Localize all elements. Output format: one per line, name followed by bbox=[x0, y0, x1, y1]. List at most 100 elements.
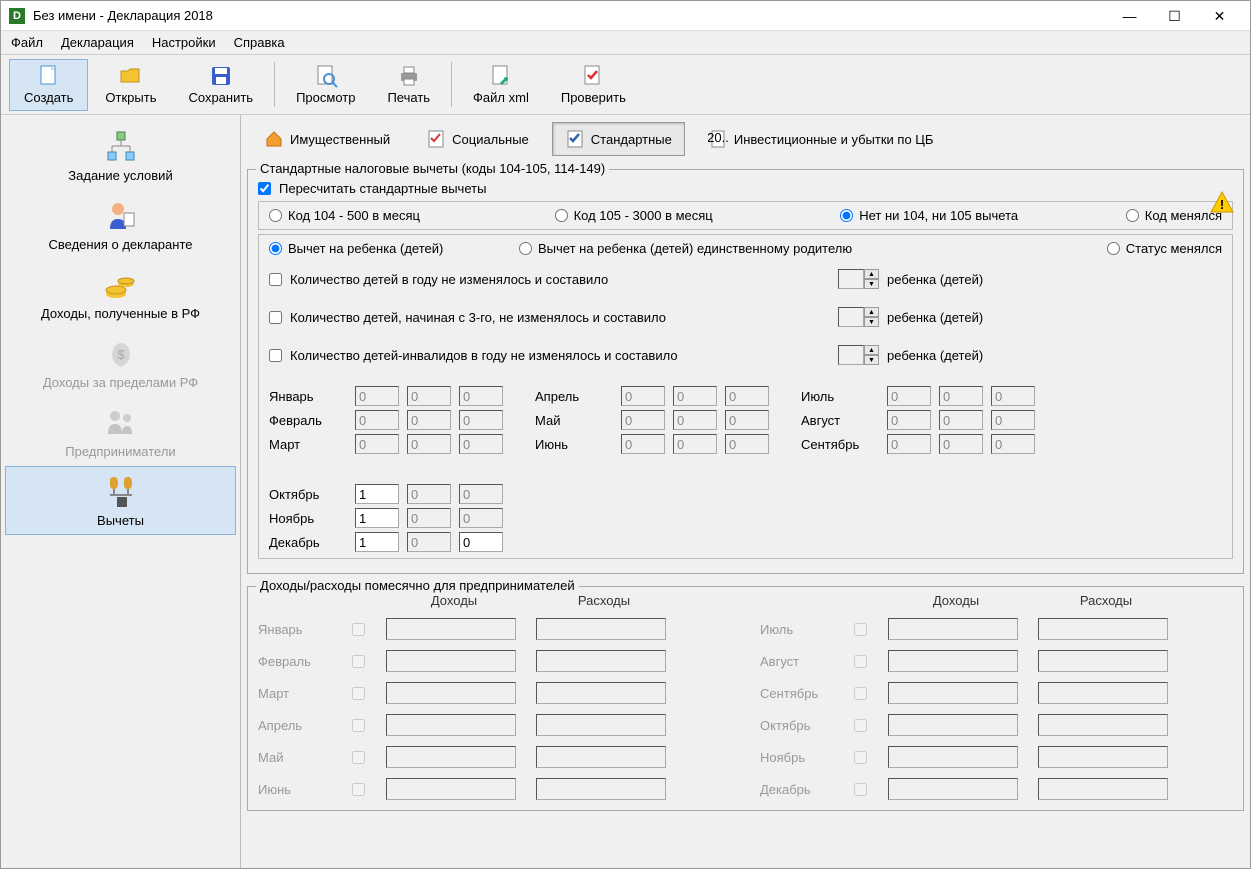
children-disabled-spinner[interactable]: ▲▼ bbox=[838, 345, 879, 365]
feb-v2[interactable] bbox=[407, 410, 451, 430]
standard-deductions-group: Стандартные налоговые вычеты (коды 104-1… bbox=[247, 169, 1244, 574]
sep-v1[interactable] bbox=[887, 434, 931, 454]
tool-preview[interactable]: Просмотр bbox=[281, 59, 370, 111]
oct-v1[interactable] bbox=[355, 484, 399, 504]
deductions-icon bbox=[104, 475, 138, 509]
radio-status-changed[interactable] bbox=[1107, 242, 1120, 255]
apr-v2[interactable] bbox=[673, 386, 717, 406]
month-nov-label: Ноябрь bbox=[269, 511, 349, 526]
radio-no-code[interactable] bbox=[840, 209, 853, 222]
feb-v1[interactable] bbox=[355, 410, 399, 430]
jul-v2[interactable] bbox=[939, 386, 983, 406]
dec-v2[interactable] bbox=[407, 532, 451, 552]
sidebar-income-abroad[interactable]: $ Доходы за пределами РФ bbox=[5, 328, 236, 397]
radio-code105[interactable] bbox=[555, 209, 568, 222]
children-disabled-checkbox[interactable] bbox=[269, 349, 282, 362]
children-from3-spinner[interactable]: ▲▼ bbox=[838, 307, 879, 327]
jul-v3[interactable] bbox=[991, 386, 1035, 406]
ie-income-header-1: Доходы bbox=[386, 593, 522, 608]
jan-v2[interactable] bbox=[407, 386, 451, 406]
preview-icon bbox=[314, 64, 338, 88]
mar-v3[interactable] bbox=[459, 434, 503, 454]
sidebar-conditions[interactable]: Задание условий bbox=[5, 121, 236, 190]
ie-may-chk bbox=[352, 751, 365, 764]
menu-help[interactable]: Справка bbox=[234, 35, 285, 50]
sidebar-income-rf[interactable]: Доходы, полученные в РФ bbox=[5, 259, 236, 328]
ie-income-header-2: Доходы bbox=[888, 593, 1024, 608]
close-button[interactable]: ✕ bbox=[1197, 2, 1242, 30]
jun-v2[interactable] bbox=[673, 434, 717, 454]
jul-v1[interactable] bbox=[887, 386, 931, 406]
jun-v3[interactable] bbox=[725, 434, 769, 454]
radio-child[interactable] bbox=[269, 242, 282, 255]
group-title: Стандартные налоговые вычеты (коды 104-1… bbox=[256, 161, 609, 176]
radio-code-changed[interactable] bbox=[1126, 209, 1139, 222]
tab-standard[interactable]: Стандартные bbox=[552, 122, 685, 156]
ie-nov-income bbox=[888, 746, 1018, 768]
dec-v1[interactable] bbox=[355, 532, 399, 552]
menubar: Файл Декларация Настройки Справка bbox=[1, 31, 1250, 55]
tool-create[interactable]: Создать bbox=[9, 59, 88, 111]
tab-social[interactable]: Социальные bbox=[413, 122, 542, 156]
children-count-spinner[interactable]: ▲▼ bbox=[838, 269, 879, 289]
radio-code104[interactable] bbox=[269, 209, 282, 222]
tool-save[interactable]: Сохранить bbox=[173, 59, 268, 111]
may-v2[interactable] bbox=[673, 410, 717, 430]
ie-sep-income bbox=[888, 682, 1018, 704]
checklist-icon bbox=[426, 129, 446, 149]
sidebar-entrepreneurs[interactable]: Предприниматели bbox=[5, 397, 236, 466]
sep-v3[interactable] bbox=[991, 434, 1035, 454]
feb-v3[interactable] bbox=[459, 410, 503, 430]
separator bbox=[274, 62, 275, 107]
month-apr-label: Апрель bbox=[535, 389, 615, 404]
nov-v1[interactable] bbox=[355, 508, 399, 528]
ie-aug-chk bbox=[854, 655, 867, 668]
oct-v2[interactable] bbox=[407, 484, 451, 504]
children-from3-checkbox[interactable] bbox=[269, 311, 282, 324]
ie-apr-expense bbox=[536, 714, 666, 736]
ie-oct-expense bbox=[1038, 714, 1168, 736]
aug-v1[interactable] bbox=[887, 410, 931, 430]
mar-v1[interactable] bbox=[355, 434, 399, 454]
radio-child-single[interactable] bbox=[519, 242, 532, 255]
menu-settings[interactable]: Настройки bbox=[152, 35, 216, 50]
tool-check[interactable]: Проверить bbox=[546, 59, 641, 111]
may-v3[interactable] bbox=[725, 410, 769, 430]
months-grid: Январь Февраль Март Апрель Май bbox=[269, 386, 1222, 552]
tab-invest[interactable]: 20.. Инвестиционные и убытки по ЦБ bbox=[695, 122, 947, 156]
minimize-button[interactable]: — bbox=[1107, 2, 1152, 30]
tab-property[interactable]: Имущественный bbox=[251, 122, 403, 156]
menu-file[interactable]: Файл bbox=[11, 35, 43, 50]
ie-may: Май bbox=[258, 750, 338, 765]
ie-jul-expense bbox=[1038, 618, 1168, 640]
aug-v3[interactable] bbox=[991, 410, 1035, 430]
menu-declaration[interactable]: Декларация bbox=[61, 35, 134, 50]
may-v1[interactable] bbox=[621, 410, 665, 430]
jan-v3[interactable] bbox=[459, 386, 503, 406]
aug-v2[interactable] bbox=[939, 410, 983, 430]
nov-v2[interactable] bbox=[407, 508, 451, 528]
tool-xml[interactable]: Файл xml bbox=[458, 59, 544, 111]
apr-v1[interactable] bbox=[621, 386, 665, 406]
ie-nov-chk bbox=[854, 751, 867, 764]
jun-v1[interactable] bbox=[621, 434, 665, 454]
nov-v3[interactable] bbox=[459, 508, 503, 528]
month-jun-label: Июнь bbox=[535, 437, 615, 452]
children-count-checkbox[interactable] bbox=[269, 273, 282, 286]
mar-v2[interactable] bbox=[407, 434, 451, 454]
sep-v2[interactable] bbox=[939, 434, 983, 454]
oct-v3[interactable] bbox=[459, 484, 503, 504]
apr-v3[interactable] bbox=[725, 386, 769, 406]
month-dec-label: Декабрь bbox=[269, 535, 349, 550]
maximize-button[interactable]: ☐ bbox=[1152, 2, 1197, 30]
recalc-checkbox[interactable] bbox=[258, 182, 271, 195]
jan-v1[interactable] bbox=[355, 386, 399, 406]
tool-open[interactable]: Открыть bbox=[90, 59, 171, 111]
dec-v3[interactable] bbox=[459, 532, 503, 552]
tool-print[interactable]: Печать bbox=[372, 59, 445, 111]
check-blue-icon bbox=[565, 129, 585, 149]
sidebar-deductions[interactable]: Вычеты bbox=[5, 466, 236, 535]
toolbar: Создать Открыть Сохранить Просмотр Печат… bbox=[1, 55, 1250, 115]
sidebar-declarant[interactable]: Сведения о декларанте bbox=[5, 190, 236, 259]
ie-jun-income bbox=[386, 778, 516, 800]
